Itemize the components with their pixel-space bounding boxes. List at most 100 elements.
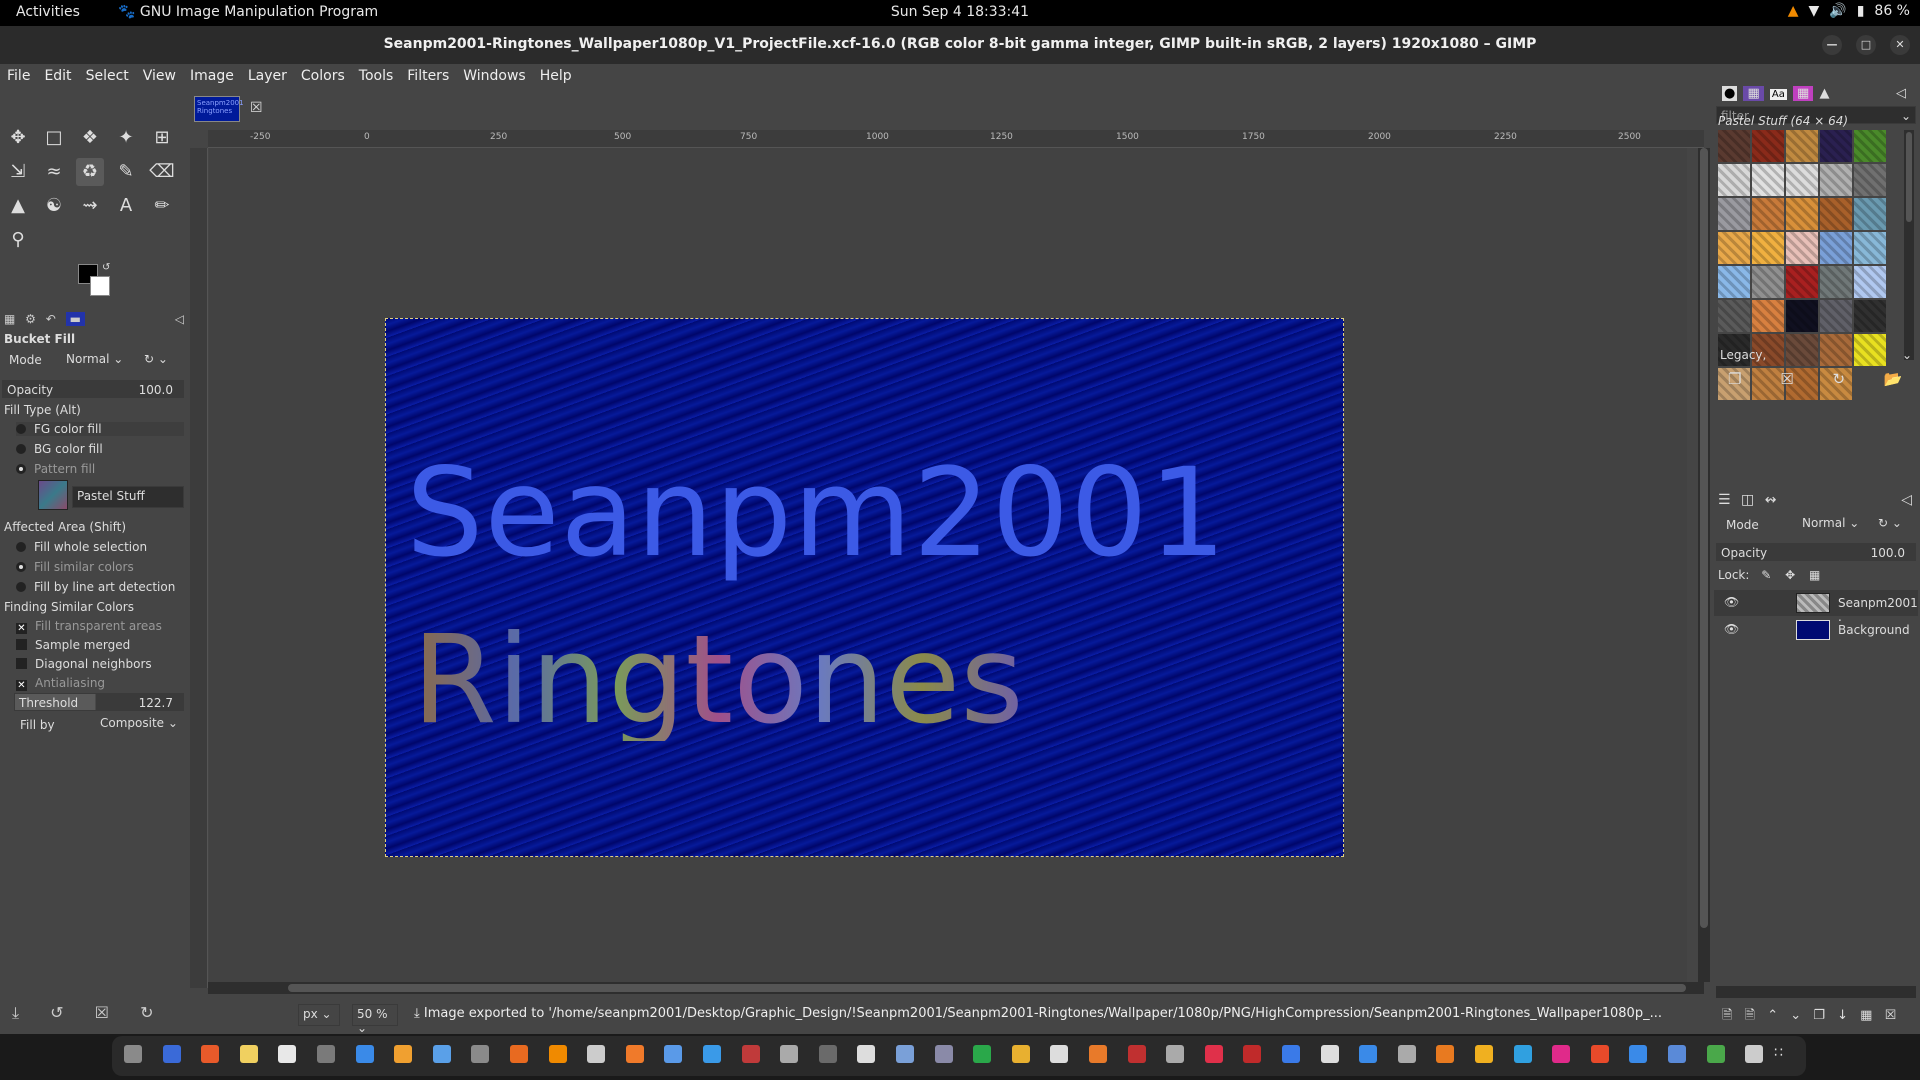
reset-options-icon[interactable]: ↻ bbox=[140, 1003, 153, 1022]
taskbar-app-icon[interactable] bbox=[934, 1045, 953, 1063]
fonts-tab-icon[interactable]: Aa bbox=[1769, 89, 1787, 100]
taskbar-app-icon[interactable] bbox=[1282, 1045, 1300, 1063]
volume-icon[interactable]: 🔊 bbox=[1829, 3, 1846, 19]
image-tab-thumbnail[interactable]: Seanpm2001 Ringtones bbox=[194, 96, 244, 122]
pattern-swatch[interactable] bbox=[1786, 198, 1818, 230]
paths-tab-icon[interactable]: ↭ bbox=[1765, 492, 1777, 508]
taskbar-app-icon[interactable] bbox=[317, 1045, 335, 1063]
layers-tab-icon[interactable]: ☰ bbox=[1718, 492, 1731, 508]
pattern-swatch[interactable] bbox=[1786, 266, 1818, 298]
app-grid-icon[interactable]: ∷ bbox=[1774, 1045, 1792, 1063]
duplicate-pattern-icon[interactable]: ❐ bbox=[1728, 370, 1741, 388]
delete-layer-icon[interactable]: ☒ bbox=[1885, 1008, 1897, 1023]
mode-select[interactable]: Normal ⌄ bbox=[62, 350, 132, 372]
layer-row[interactable]: 👁 Background bbox=[1714, 617, 1918, 643]
taskbar-app-icon[interactable] bbox=[1089, 1045, 1107, 1063]
fuzzy-select-tool-icon[interactable]: ✦ bbox=[112, 124, 140, 152]
taskbar-app-icon[interactable] bbox=[703, 1045, 721, 1063]
taskbar-app-icon[interactable] bbox=[818, 1045, 837, 1063]
pattern-preview[interactable] bbox=[38, 480, 68, 510]
horizontal-scrollbar[interactable] bbox=[208, 982, 1704, 994]
pattern-fill-radio[interactable]: Pattern fill bbox=[16, 462, 95, 476]
taskbar-app-icon[interactable] bbox=[1359, 1045, 1378, 1063]
taskbar-app-icon[interactable] bbox=[278, 1045, 297, 1063]
fill-similar-colors-radio[interactable]: Fill similar colors bbox=[16, 560, 134, 574]
taskbar-app-icon[interactable] bbox=[625, 1045, 644, 1063]
pattern-swatch[interactable] bbox=[1752, 198, 1784, 230]
undo-history-tab-icon[interactable]: ↶ bbox=[46, 312, 56, 326]
pattern-swatch[interactable] bbox=[1786, 300, 1818, 332]
horizontal-ruler[interactable]: -250 0 250 500 750 1000 1250 1500 1750 2… bbox=[208, 130, 1704, 148]
pattern-swatch[interactable] bbox=[1854, 130, 1886, 162]
taskbar-app-icon[interactable] bbox=[1668, 1045, 1686, 1063]
menu-select[interactable]: Select bbox=[79, 64, 136, 90]
lock-pixels-icon[interactable]: ✎ bbox=[1761, 568, 1771, 582]
images-tab-icon[interactable]: ▬ bbox=[65, 312, 85, 326]
taskbar-app-icon[interactable] bbox=[124, 1045, 142, 1063]
taskbar-app-icon[interactable] bbox=[780, 1045, 799, 1063]
pattern-swatch[interactable] bbox=[1752, 130, 1784, 162]
eraser-tool-icon[interactable]: ⌫ bbox=[148, 158, 176, 186]
taskbar-app-icon[interactable] bbox=[857, 1045, 876, 1063]
rect-select-tool-icon[interactable]: □ bbox=[40, 124, 68, 152]
device-status-tab-icon[interactable]: ⚙ bbox=[25, 312, 36, 326]
pattern-swatch[interactable] bbox=[1718, 198, 1750, 230]
pattern-swatch[interactable] bbox=[1752, 164, 1784, 196]
pattern-swatch[interactable] bbox=[1718, 300, 1750, 332]
pattern-swatch[interactable] bbox=[1786, 164, 1818, 196]
taskbar-app-icon[interactable] bbox=[1166, 1045, 1185, 1063]
taskbar-app-icon[interactable] bbox=[201, 1045, 220, 1063]
sample-merged-checkbox[interactable]: Sample merged bbox=[16, 638, 130, 652]
taskbar-app-icon[interactable] bbox=[355, 1045, 374, 1063]
taskbar-app-icon[interactable] bbox=[1011, 1045, 1030, 1063]
mask-layer-icon[interactable]: ▦ bbox=[1860, 1008, 1872, 1023]
tool-options-tab-icon[interactable]: ▦ bbox=[4, 312, 15, 326]
taskbar-app-icon[interactable] bbox=[1745, 1045, 1764, 1063]
window-title-bar[interactable]: Seanpm2001-Ringtones_Wallpaper1080p_V1_P… bbox=[0, 26, 1920, 64]
canvas[interactable]: Seanpm2001 Ringtones bbox=[209, 148, 1687, 986]
pattern-swatch[interactable] bbox=[1786, 232, 1818, 264]
pattern-swatch[interactable] bbox=[1786, 130, 1818, 162]
pattern-swatch[interactable] bbox=[1752, 232, 1784, 264]
warp-tool-icon[interactable]: ≈ bbox=[40, 158, 68, 186]
taskbar-app-icon[interactable] bbox=[1475, 1045, 1493, 1063]
pattern-swatch[interactable] bbox=[1820, 130, 1852, 162]
color-picker-tool-icon[interactable]: ✏ bbox=[148, 192, 176, 220]
pattern-swatch[interactable] bbox=[1718, 266, 1750, 298]
new-layer-icon[interactable]: 🗎 bbox=[1745, 1008, 1755, 1023]
zoom-tool-icon[interactable]: ⚲ bbox=[4, 226, 32, 254]
vertical-ruler[interactable] bbox=[190, 148, 208, 988]
menu-view[interactable]: View bbox=[136, 64, 183, 90]
taskbar-app-icon[interactable] bbox=[432, 1045, 451, 1063]
pattern-swatch[interactable] bbox=[1820, 164, 1852, 196]
lasso-tool-icon[interactable]: ❖ bbox=[76, 124, 104, 152]
pattern-swatch[interactable] bbox=[1718, 164, 1750, 196]
new-layer-group-icon[interactable]: 🗎 bbox=[1722, 1008, 1732, 1023]
menu-tools[interactable]: Tools bbox=[352, 64, 401, 90]
paths-tool-icon[interactable]: ⇝ bbox=[76, 192, 104, 220]
taskbar-app-icon[interactable] bbox=[1127, 1045, 1146, 1063]
eye-icon[interactable]: 👁 bbox=[1724, 622, 1739, 636]
eye-icon[interactable]: 👁 bbox=[1724, 595, 1739, 609]
bucket-fill-tool-icon[interactable]: ♻ bbox=[76, 158, 104, 186]
threshold-slider[interactable]: Threshold 122.7 bbox=[14, 693, 184, 711]
move-tool-icon[interactable]: ✥ bbox=[4, 124, 32, 152]
system-tray[interactable]: ▲ ▼ 🔊 ▮ 86 % bbox=[1788, 3, 1910, 19]
dynamics-tab-icon[interactable]: ▲ bbox=[1819, 86, 1829, 101]
taskbar-app-icon[interactable] bbox=[548, 1045, 567, 1063]
pattern-swatch[interactable] bbox=[1820, 198, 1852, 230]
taskbar-app-icon[interactable] bbox=[471, 1045, 490, 1063]
clone-tool-icon[interactable]: ▲ bbox=[4, 192, 32, 220]
taskbar-app-icon[interactable] bbox=[1629, 1045, 1648, 1063]
vertical-scrollbar[interactable] bbox=[1698, 148, 1710, 982]
pattern-swatch[interactable] bbox=[1752, 266, 1784, 298]
taskbar-app-icon[interactable] bbox=[1320, 1045, 1339, 1063]
taskbar-app-icon[interactable] bbox=[1397, 1045, 1416, 1063]
pattern-grid[interactable] bbox=[1718, 130, 1894, 400]
mode-reset-button[interactable]: ↻ ⌄ bbox=[140, 350, 184, 372]
menu-image[interactable]: Image bbox=[183, 64, 241, 90]
raise-layer-icon[interactable]: ⌃ bbox=[1767, 1008, 1778, 1023]
pattern-swatch[interactable] bbox=[1718, 130, 1750, 162]
taskbar-app-icon[interactable] bbox=[896, 1045, 914, 1063]
pattern-swatch[interactable] bbox=[1820, 232, 1852, 264]
